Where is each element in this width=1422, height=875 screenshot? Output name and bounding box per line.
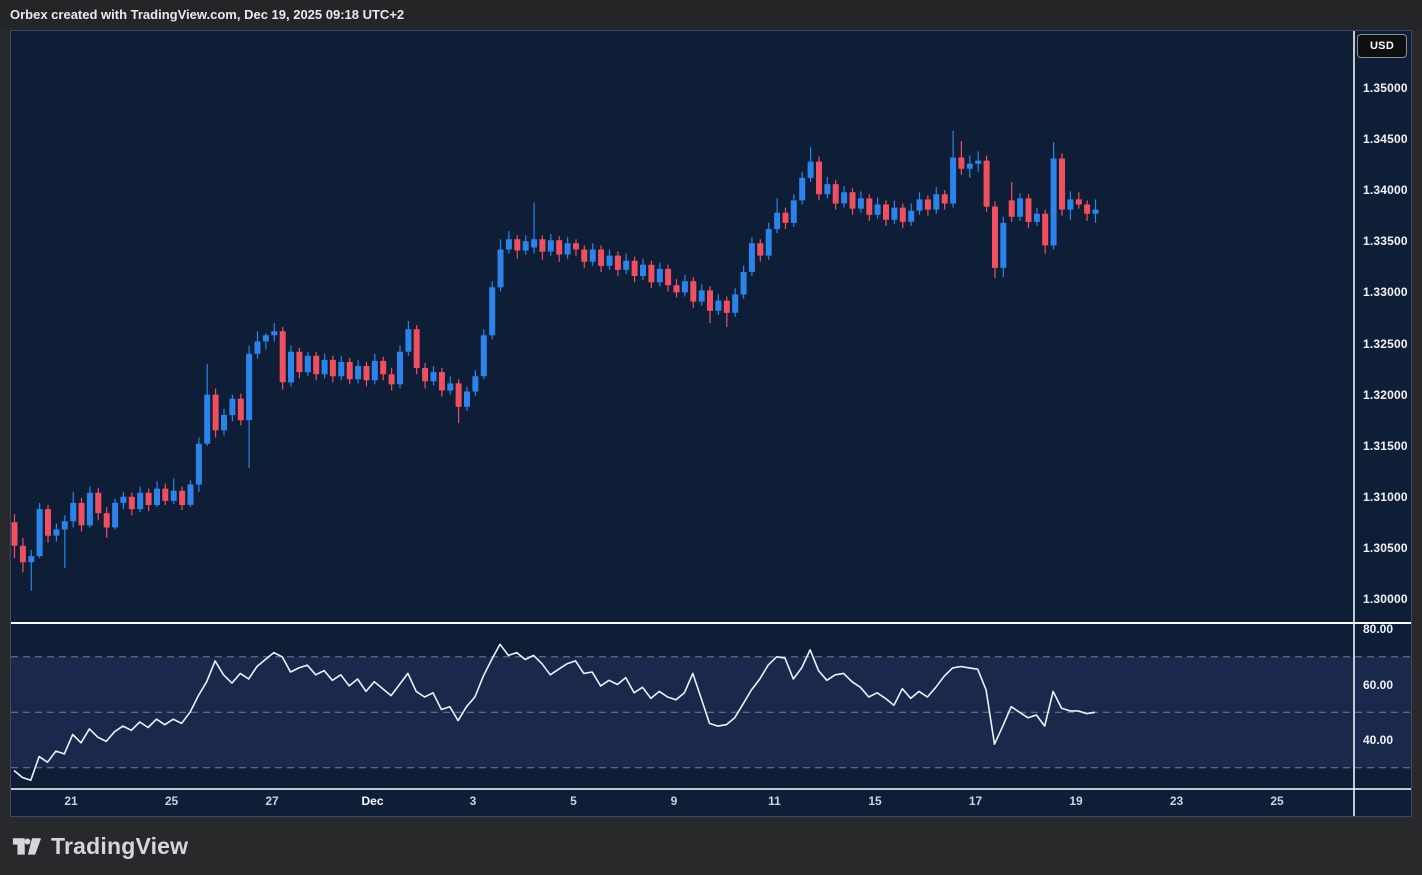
time-axis-label: 3 (470, 793, 477, 809)
time-axis-label: 27 (265, 793, 278, 809)
price-axis-label: 1.30000 (1363, 592, 1408, 606)
header-bar: Orbex created with TradingView.com, Dec … (0, 0, 1422, 30)
rsi-axis-label: 60.00 (1363, 678, 1393, 692)
time-axis-label: 9 (671, 793, 678, 809)
time-axis-label: 11 (768, 793, 781, 809)
price-axis-label: 1.31000 (1363, 490, 1408, 504)
price-axis-label: 1.30500 (1363, 541, 1408, 555)
attribution-title: Orbex created with TradingView.com, Dec … (10, 7, 404, 22)
time-axis-label: 21 (64, 793, 77, 809)
price-axis-label: 1.35000 (1363, 81, 1408, 95)
tradingview-chart-screenshot: Orbex created with TradingView.com, Dec … (0, 0, 1422, 875)
tradingview-logo-icon (12, 831, 42, 861)
price-axis-label: 1.34500 (1363, 132, 1408, 146)
time-axis-label: 17 (969, 793, 982, 809)
price-axis-label: 1.31500 (1363, 439, 1408, 453)
time-axis-label: 15 (868, 793, 881, 809)
tradingview-logo-text: TradingView (51, 833, 188, 860)
time-axis-label: 5 (570, 793, 577, 809)
tradingview-logo[interactable]: TradingView (12, 831, 188, 861)
price-axis-label: 1.33000 (1363, 285, 1408, 299)
time-axis-label: 23 (1170, 793, 1183, 809)
price-axis-label: 1.33500 (1363, 234, 1408, 248)
time-axis-label: Dec (361, 793, 383, 809)
chart-area[interactable]: USD 1.35000 1.34500 1.34000 1.33500 1.33000 1… (10, 30, 1412, 817)
price-axis-label: 1.34000 (1363, 183, 1408, 197)
chart-canvas[interactable] (11, 31, 1411, 816)
currency-badge[interactable]: USD (1357, 34, 1407, 58)
time-axis-label: 25 (165, 793, 178, 809)
price-axis-label: 1.32500 (1363, 337, 1408, 351)
up-candle-bodies[interactable] (28, 158, 1098, 563)
time-axis-label: 19 (1069, 793, 1082, 809)
price-axis-label: 1.32000 (1363, 388, 1408, 402)
rsi-axis-label: 80.00 (1363, 622, 1393, 636)
time-axis-label: 25 (1270, 793, 1283, 809)
rsi-axis-label: 40.00 (1363, 733, 1393, 747)
